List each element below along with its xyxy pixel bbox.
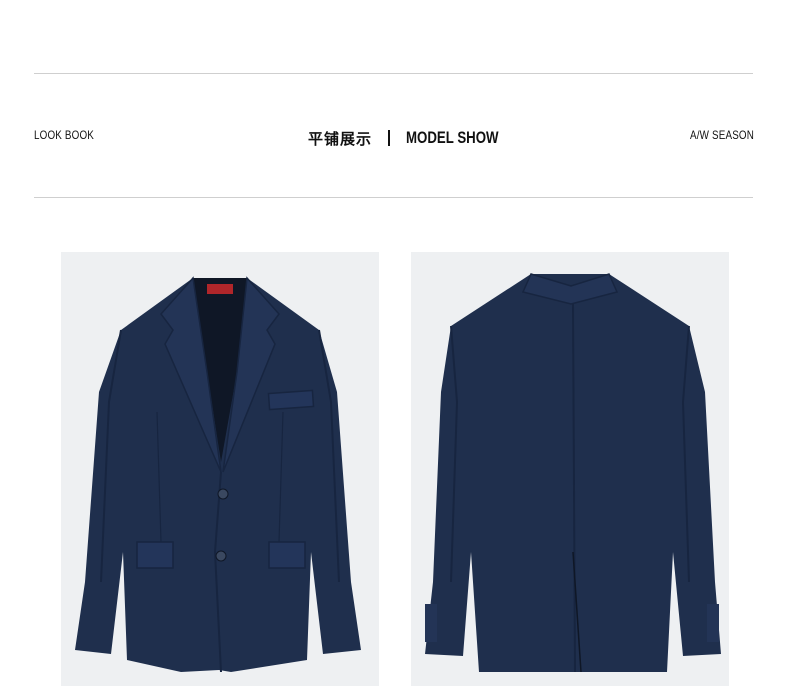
section-header: LOOK BOOK 平铺展示 MODEL SHOW A/W SEASON [0, 120, 790, 156]
top-divider-line [34, 73, 753, 74]
section-title: 平铺展示 MODEL SHOW [308, 126, 525, 150]
blazer-front-image [61, 252, 379, 686]
look-book-label: LOOK BOOK [34, 128, 94, 142]
title-english: MODEL SHOW [406, 128, 499, 147]
title-separator [388, 130, 391, 146]
title-chinese: 平铺展示 [308, 129, 373, 148]
bottom-divider-line [34, 197, 753, 198]
season-label: A/W SEASON [690, 128, 754, 142]
blazer-back-image [411, 252, 729, 686]
